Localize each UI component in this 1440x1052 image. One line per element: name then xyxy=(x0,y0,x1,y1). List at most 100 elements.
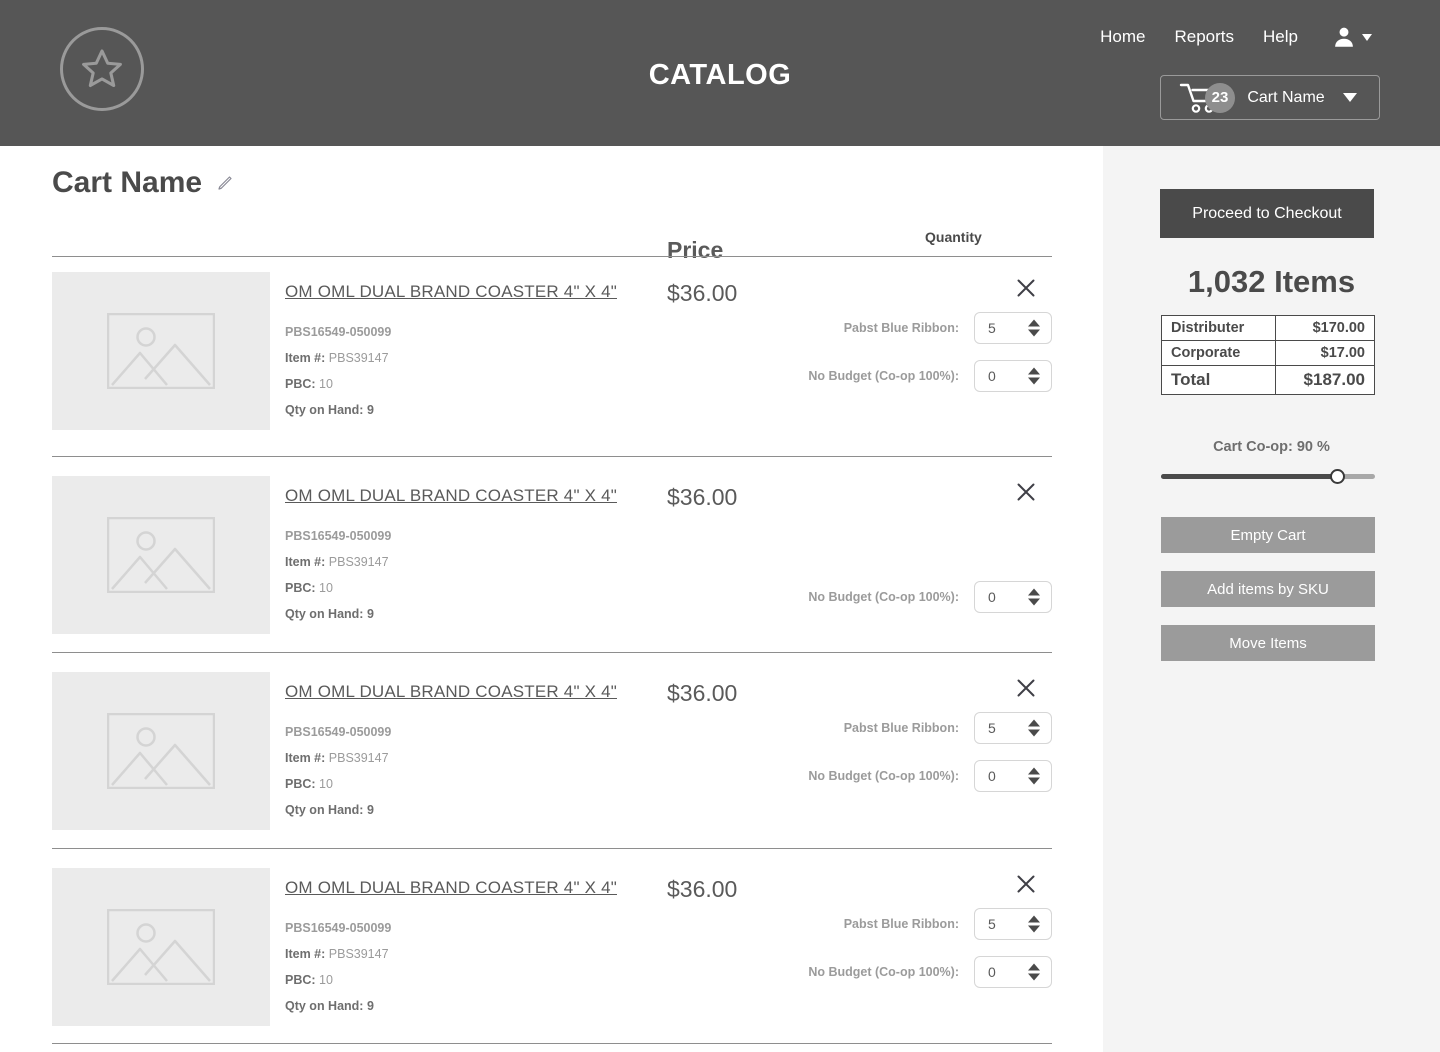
cart-count-badge: 23 xyxy=(1205,83,1235,113)
stepper-arrows[interactable] xyxy=(1028,589,1040,606)
empty-cart-button[interactable]: Empty Cart xyxy=(1161,517,1375,553)
row-divider xyxy=(52,652,1052,653)
close-x-icon xyxy=(1014,872,1038,896)
cart-selector[interactable]: 23 Cart Name xyxy=(1160,75,1380,120)
quantity-stepper[interactable]: 0 xyxy=(974,760,1052,792)
items-count-label: 1,032 Items xyxy=(1103,264,1440,300)
totals-value: $170.00 xyxy=(1275,316,1374,341)
close-x-icon xyxy=(1014,480,1038,504)
quantity-value: 0 xyxy=(975,368,996,384)
cart-coop-label: Cart Co-op: 90 % xyxy=(1103,439,1440,455)
product-title-link[interactable]: OM OML DUAL BRAND COASTER 4" X 4" xyxy=(285,486,617,506)
stepper-decrement-icon[interactable] xyxy=(1028,974,1040,981)
product-sku: PBS16549-050099 xyxy=(285,725,665,739)
stepper-arrows[interactable] xyxy=(1028,368,1040,385)
stepper-increment-icon[interactable] xyxy=(1028,589,1040,596)
stepper-arrows[interactable] xyxy=(1028,720,1040,737)
quantity-value: 0 xyxy=(975,768,996,784)
remove-item-button[interactable] xyxy=(1014,872,1038,896)
product-pbc: PBC: 10 xyxy=(285,377,665,391)
cart-item-row: OM OML DUAL BRAND COASTER 4" X 4" PBS165… xyxy=(52,672,1052,842)
close-x-icon xyxy=(1014,276,1038,300)
row-divider xyxy=(52,456,1052,457)
quantity-stepper[interactable]: 0 xyxy=(974,581,1052,613)
product-sku: PBS16549-050099 xyxy=(285,325,665,339)
product-pbc: PBC: 10 xyxy=(285,777,665,791)
image-placeholder-icon xyxy=(107,313,215,389)
product-thumbnail[interactable] xyxy=(52,868,270,1026)
stepper-increment-icon[interactable] xyxy=(1028,320,1040,327)
product-info: OM OML DUAL BRAND COASTER 4" X 4" PBS165… xyxy=(285,868,665,1013)
product-thumbnail[interactable] xyxy=(52,672,270,830)
quantity-value: 5 xyxy=(975,720,996,736)
totals-value: $17.00 xyxy=(1275,341,1374,366)
product-qty-on-hand: Qty on Hand: 9 xyxy=(285,999,665,1013)
budget-quantity-row: Pabst Blue Ribbon: 5 xyxy=(712,908,1052,940)
stepper-arrows[interactable] xyxy=(1028,964,1040,981)
nav-item-help[interactable]: Help xyxy=(1263,27,1298,47)
stepper-decrement-icon[interactable] xyxy=(1028,378,1040,385)
quantity-stepper[interactable]: 0 xyxy=(974,360,1052,392)
cart-name-heading: Cart Name xyxy=(52,166,202,200)
stepper-arrows[interactable] xyxy=(1028,768,1040,785)
product-title-link[interactable]: OM OML DUAL BRAND COASTER 4" X 4" xyxy=(285,282,617,302)
quantity-stepper[interactable]: 5 xyxy=(974,312,1052,344)
header-divider xyxy=(52,256,1052,257)
budget-label: Pabst Blue Ribbon: xyxy=(844,321,959,335)
product-price: $36.00 xyxy=(667,680,737,707)
product-info: OM OML DUAL BRAND COASTER 4" X 4" PBS165… xyxy=(285,476,665,621)
add-items-by-sku-button[interactable]: Add items by SKU xyxy=(1161,571,1375,607)
row-divider xyxy=(52,848,1052,849)
remove-item-button[interactable] xyxy=(1014,276,1038,300)
product-info: OM OML DUAL BRAND COASTER 4" X 4" PBS165… xyxy=(285,272,665,417)
stepper-increment-icon[interactable] xyxy=(1028,768,1040,775)
product-thumbnail[interactable] xyxy=(52,476,270,634)
chevron-down-icon xyxy=(1362,34,1372,41)
nav-item-home[interactable]: Home xyxy=(1100,27,1145,47)
cart-coop-slider[interactable] xyxy=(1161,468,1375,486)
quantity-stepper[interactable]: 5 xyxy=(974,908,1052,940)
cart-main-panel: Cart Name Price Quantity OM OML DUAL BRA… xyxy=(0,146,1103,1052)
remove-item-button[interactable] xyxy=(1014,676,1038,700)
quantity-value: 0 xyxy=(975,964,996,980)
stepper-arrows[interactable] xyxy=(1028,916,1040,933)
quantity-stepper[interactable]: 5 xyxy=(974,712,1052,744)
quantity-stepper[interactable]: 0 xyxy=(974,956,1052,988)
proceed-to-checkout-button[interactable]: Proceed to Checkout xyxy=(1160,189,1374,238)
stepper-decrement-icon[interactable] xyxy=(1028,599,1040,606)
budget-quantity-row: No Budget (Co-op 100%): 0 xyxy=(712,360,1052,392)
product-title-link[interactable]: OM OML DUAL BRAND COASTER 4" X 4" xyxy=(285,878,617,898)
chevron-down-icon xyxy=(1343,93,1357,102)
stepper-decrement-icon[interactable] xyxy=(1028,778,1040,785)
slider-fill xyxy=(1161,474,1339,479)
totals-row: Corporate $17.00 xyxy=(1162,341,1375,366)
budget-quantity-row: No Budget (Co-op 100%): 0 xyxy=(712,581,1052,613)
product-thumbnail[interactable] xyxy=(52,272,270,430)
stepper-increment-icon[interactable] xyxy=(1028,720,1040,727)
stepper-increment-icon[interactable] xyxy=(1028,368,1040,375)
budget-label: Pabst Blue Ribbon: xyxy=(844,917,959,931)
product-sku: PBS16549-050099 xyxy=(285,529,665,543)
stepper-decrement-icon[interactable] xyxy=(1028,330,1040,337)
product-qty-on-hand: Qty on Hand: 9 xyxy=(285,403,665,417)
stepper-decrement-icon[interactable] xyxy=(1028,730,1040,737)
user-account-menu[interactable] xyxy=(1331,24,1372,50)
quantity-value: 5 xyxy=(975,320,996,336)
stepper-decrement-icon[interactable] xyxy=(1028,926,1040,933)
stepper-increment-icon[interactable] xyxy=(1028,964,1040,971)
quantity-value: 0 xyxy=(975,589,996,605)
budget-label: No Budget (Co-op 100%): xyxy=(808,965,959,979)
slider-thumb[interactable] xyxy=(1330,469,1345,484)
nav-item-reports[interactable]: Reports xyxy=(1175,27,1235,47)
stepper-arrows[interactable] xyxy=(1028,320,1040,337)
stepper-increment-icon[interactable] xyxy=(1028,916,1040,923)
totals-table: Distributer $170.00Corporate $17.00Total… xyxy=(1161,315,1375,395)
pencil-edit-icon[interactable] xyxy=(216,174,234,192)
product-title-link[interactable]: OM OML DUAL BRAND COASTER 4" X 4" xyxy=(285,682,617,702)
product-item-number: Item #: PBS39147 xyxy=(285,751,665,765)
remove-item-button[interactable] xyxy=(1014,480,1038,504)
budget-label: Pabst Blue Ribbon: xyxy=(844,721,959,735)
budget-quantity-row: No Budget (Co-op 100%): 0 xyxy=(712,956,1052,988)
move-items-button[interactable]: Move Items xyxy=(1161,625,1375,661)
budget-label: No Budget (Co-op 100%): xyxy=(808,769,959,783)
